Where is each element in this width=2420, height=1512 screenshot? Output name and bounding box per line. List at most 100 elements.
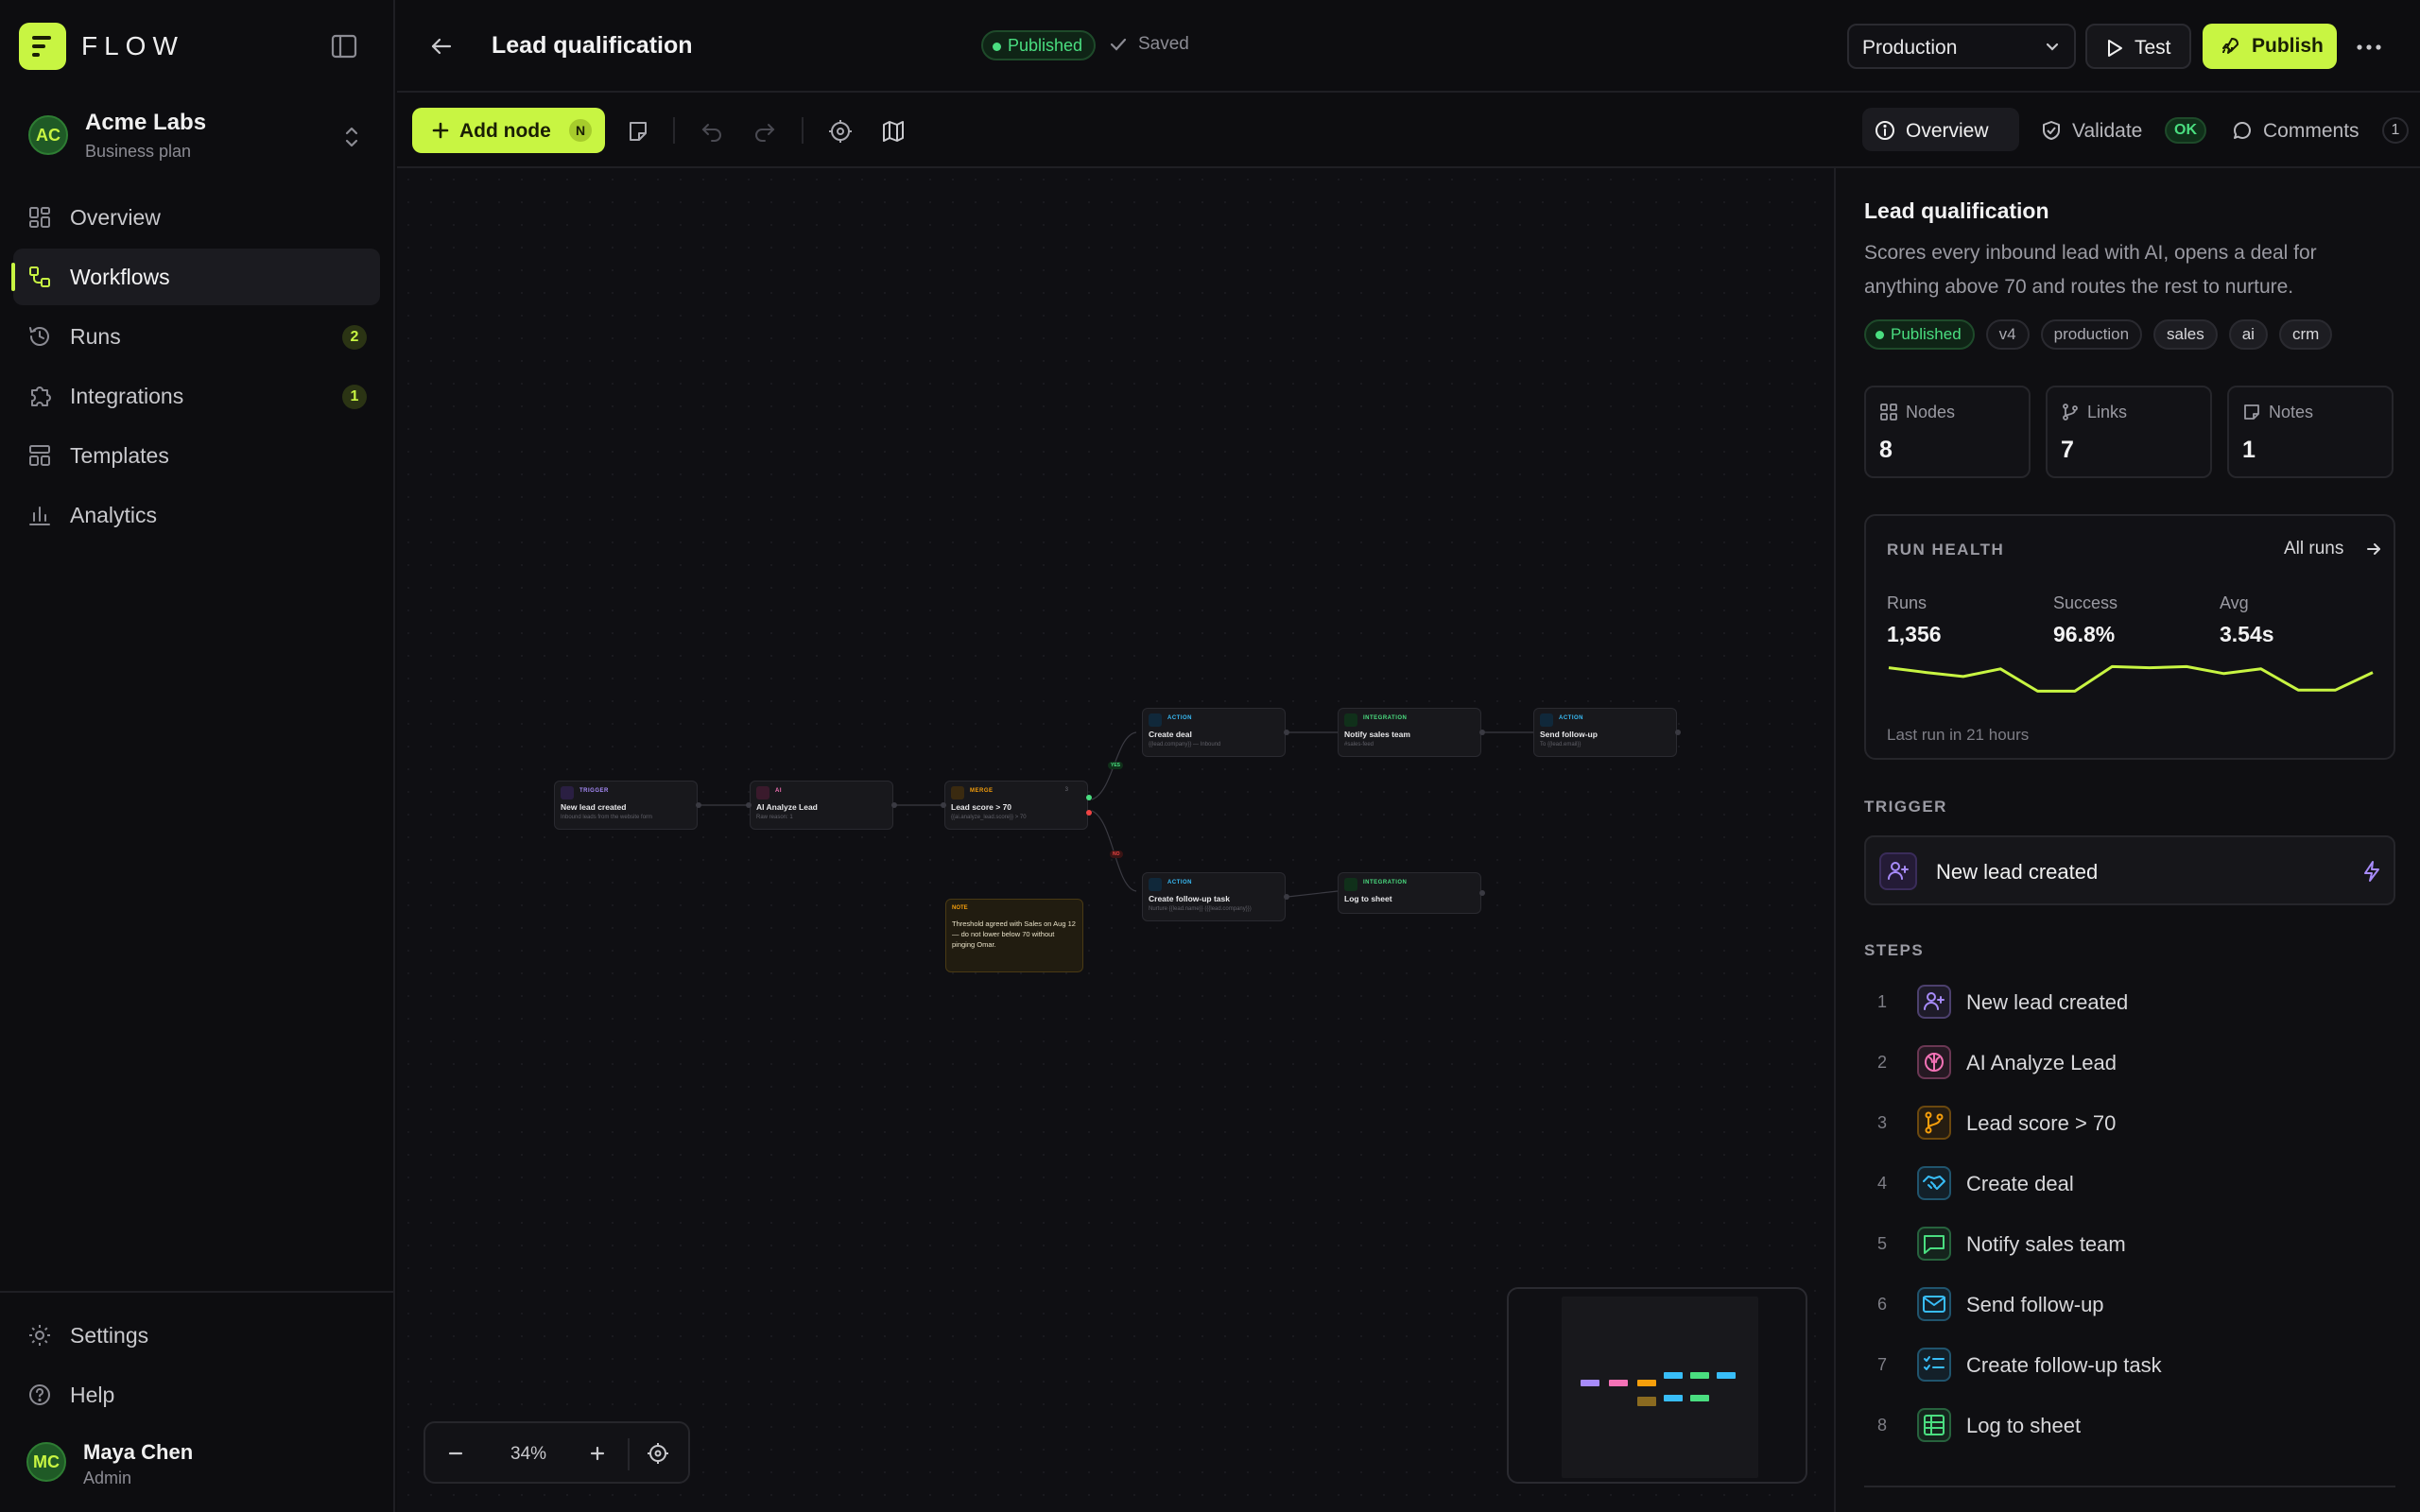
step-label: New lead created (1966, 990, 2129, 1014)
test-button[interactable]: Test (2085, 24, 2191, 69)
sidebar-item-integrations[interactable]: Integrations 1 (13, 368, 380, 424)
sidebar-item-runs[interactable]: Runs 2 (13, 308, 380, 365)
redo-button[interactable] (752, 119, 777, 144)
fit-view-button[interactable] (828, 119, 853, 144)
zoom-in-button[interactable] (586, 1442, 609, 1465)
node-integration-log[interactable]: INTEGRATION Log to sheet (1338, 872, 1485, 914)
all-runs-link[interactable]: All runs (2284, 539, 2343, 559)
step-number: 4 (1877, 1174, 1888, 1193)
map-icon (883, 121, 904, 142)
minimap-node (1664, 1395, 1683, 1401)
logo-text: FLOW (81, 31, 184, 60)
step-item[interactable]: 4 Create deal (1864, 1159, 2394, 1211)
output-port[interactable] (1284, 730, 1289, 735)
collapse-sidebar-button[interactable] (325, 30, 363, 62)
status-badge: Published (981, 30, 1097, 60)
user-name: Maya Chen (83, 1440, 194, 1464)
panel-divider (1864, 1486, 2395, 1487)
sidebar-item-templates[interactable]: Templates (13, 427, 380, 484)
sidebar-item-analytics[interactable]: Analytics (13, 487, 380, 543)
output-port[interactable] (696, 802, 701, 808)
tab-overview[interactable]: Overview (1862, 108, 2019, 151)
minimap-viewport[interactable] (1562, 1297, 1758, 1478)
sparkline (1888, 664, 2374, 693)
step-label: Log to sheet (1966, 1414, 2082, 1437)
sticky-note[interactable]: NOTE Threshold agreed with Sales on Aug … (945, 899, 1083, 972)
output-port[interactable] (1479, 730, 1485, 735)
play-icon (2104, 38, 2125, 59)
layout-icon (26, 442, 53, 469)
tag[interactable]: crm (2278, 319, 2333, 350)
sidebar-item-overview[interactable]: Overview (13, 189, 380, 246)
brain-icon (756, 786, 769, 799)
step-label: Notify sales team (1966, 1232, 2126, 1256)
yes-port[interactable] (1086, 795, 1092, 800)
publish-button[interactable]: Publish (2203, 24, 2337, 69)
tab-comments[interactable]: Comments 1 (2216, 108, 2416, 151)
output-port[interactable] (1479, 890, 1485, 896)
history-icon (26, 323, 53, 350)
note-button[interactable] (626, 119, 650, 144)
sidebar-item-label: Help (70, 1383, 115, 1407)
back-button[interactable] (427, 32, 456, 60)
user-plus-icon (1879, 852, 1917, 890)
stat-nodes: Nodes 8 (1864, 386, 2031, 478)
step-item[interactable]: 2 AI Analyze Lead (1864, 1038, 2394, 1091)
check-icon (1108, 34, 1129, 55)
step-item[interactable]: 8 Log to sheet (1864, 1400, 2394, 1453)
minimap[interactable] (1507, 1287, 1807, 1484)
step-number: 1 (1877, 992, 1888, 1011)
integrations-badge: 1 (342, 385, 367, 409)
comment-icon (2231, 119, 2254, 142)
tab-validate[interactable]: Validate OK (2025, 108, 2210, 151)
logo-icon (19, 23, 66, 70)
minimap-note (1637, 1397, 1656, 1406)
minimap-node (1637, 1380, 1656, 1386)
brain-icon (1917, 1045, 1951, 1079)
panel-title: Lead qualification (1864, 198, 2049, 223)
step-number: 2 (1877, 1053, 1888, 1072)
output-port[interactable] (1675, 730, 1681, 735)
undo-icon (701, 124, 721, 142)
node-trigger[interactable]: TRIGGER New lead created Inbound leads f… (554, 781, 701, 830)
step-item[interactable]: 7 Create follow-up task (1864, 1340, 2394, 1393)
fit-view-button[interactable] (647, 1442, 669, 1465)
tag[interactable]: sales (2153, 319, 2218, 350)
undo-button[interactable] (700, 119, 724, 144)
avatar: MC (26, 1442, 66, 1482)
minimap-node (1609, 1380, 1628, 1386)
node-merge[interactable]: MERGE 3 Lead score > 70 {{ai.analyze_lea… (941, 781, 1092, 830)
output-port[interactable] (1284, 894, 1289, 900)
input-port[interactable] (746, 802, 752, 808)
sidebar-item-label: Analytics (70, 503, 158, 527)
sidebar-item-workflows[interactable]: Workflows (13, 249, 380, 305)
toolbar-divider (802, 117, 804, 144)
user-menu[interactable]: MC Maya Chen Admin (26, 1433, 376, 1489)
node-integration-notify[interactable]: INTEGRATION Notify sales team #sales-fee… (1338, 708, 1485, 757)
step-item[interactable]: 5 Notify sales team (1864, 1219, 2394, 1272)
zoom-out-button[interactable] (444, 1442, 467, 1465)
output-port[interactable] (891, 802, 897, 808)
minimap-toggle-button[interactable] (881, 119, 906, 144)
org-switcher[interactable]: AC Acme Labs Business plan (28, 106, 376, 166)
step-item[interactable]: 6 Send follow-up (1864, 1280, 2394, 1332)
step-item[interactable]: 1 New lead created (1864, 977, 2394, 1030)
handshake-icon (1149, 713, 1162, 727)
node-action-send-follow-up[interactable]: ACTION Send follow-up To {{lead.email}} (1533, 708, 1681, 757)
node-action-follow-up-task[interactable]: ACTION Create follow-up task Nurture {{l… (1142, 872, 1289, 921)
minimap-node (1690, 1372, 1709, 1379)
sidebar-item-settings[interactable]: Settings (13, 1307, 380, 1364)
environment-select[interactable]: Production (1847, 24, 2076, 69)
input-port[interactable] (941, 802, 946, 808)
org-name: Acme Labs (85, 110, 207, 135)
add-node-button[interactable]: Add node N (412, 108, 605, 153)
success-rate: 96.8% (2053, 622, 2116, 646)
sidebar-item-help[interactable]: Help (13, 1366, 380, 1423)
no-port[interactable] (1086, 810, 1092, 816)
step-item[interactable]: 3 Lead score > 70 (1864, 1098, 2394, 1151)
node-ai[interactable]: AI AI Analyze Lead Raw reason: 1 (746, 781, 897, 830)
more-button[interactable] (2350, 28, 2388, 66)
node-action-create-deal[interactable]: ACTION Create deal {{lead.company}} — In… (1142, 708, 1289, 757)
trigger-card[interactable]: New lead created (1864, 835, 2395, 905)
tag[interactable]: ai (2228, 319, 2268, 350)
